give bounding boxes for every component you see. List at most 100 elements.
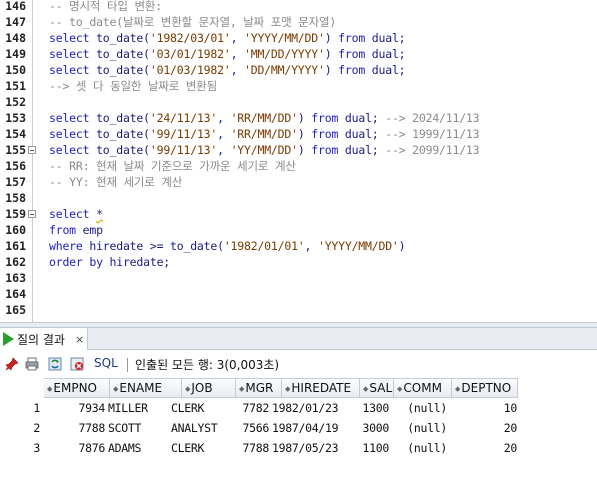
fold-toggle-icon[interactable] xyxy=(28,210,36,218)
print-icon[interactable] xyxy=(25,357,39,371)
code-text[interactable]: order by hiredate; xyxy=(49,254,170,270)
sort-icon[interactable]: ◆ xyxy=(239,385,244,393)
code-text[interactable]: -- RR: 현재 날짜 기준으로 가까운 세기로 계산 xyxy=(49,158,296,174)
code-line[interactable]: 154 select to_date('99/11/13', 'RR/MM/DD'… xyxy=(0,126,597,142)
code-text[interactable]: -- YY: 현재 세기로 계산 xyxy=(49,174,182,190)
code-token: from xyxy=(311,127,345,141)
code-text[interactable]: where hiredate >= to_date('1982/01/01', … xyxy=(49,238,406,254)
code-text[interactable]: select to_date('03/01/1982', 'MM/DD/YYYY… xyxy=(49,46,406,62)
column-header-sal[interactable]: ◆SAL xyxy=(360,378,394,398)
code-token: from xyxy=(338,31,372,45)
cell-sal[interactable]: 1300 xyxy=(363,398,390,418)
cell-mgr[interactable]: 7788 xyxy=(243,438,270,458)
code-text[interactable]: select to_date('99/11/13', 'YY/MM/DD') f… xyxy=(49,142,480,158)
table-row[interactable]: 2 7788 SCOTT ANALYST 7566 1987/04/19 3000 (null… xyxy=(0,418,597,438)
code-token: where xyxy=(49,239,90,253)
sort-icon[interactable]: ◆ xyxy=(285,385,290,393)
code-line[interactable]: 162 order by hiredate; xyxy=(0,254,597,270)
pin-icon[interactable] xyxy=(5,357,19,371)
code-line[interactable]: 150 select to_date('01/03/1982', 'DD/MM/Y… xyxy=(0,62,597,78)
code-text[interactable]: select to_date('99/11/13', 'RR/MM/DD') f… xyxy=(49,126,480,142)
row-number[interactable]: 2 xyxy=(0,418,40,438)
cell-sal[interactable]: 3000 xyxy=(363,418,390,438)
code-line[interactable]: 151 --> 셋 다 동일한 날짜로 변환됨 xyxy=(0,78,597,94)
cancel-query-icon[interactable] xyxy=(70,357,84,371)
cell-ename[interactable]: ADAMS xyxy=(108,438,141,458)
table-row[interactable]: 3 7876 ADAMS CLERK 7788 1987/05/23 1100 (null) 2… xyxy=(0,438,597,458)
column-header-empno[interactable]: ◆EMPNO xyxy=(44,378,110,398)
sort-icon[interactable]: ◆ xyxy=(455,385,460,393)
code-line[interactable]: 153 select to_date('24/11/13', 'RR/MM/DD'… xyxy=(0,110,597,126)
code-line[interactable]: 147 -- to_date(날짜로 변환할 문자열, 날짜 포맷 문자열) xyxy=(0,14,597,30)
code-line[interactable]: 152 xyxy=(0,94,597,110)
code-text[interactable]: select to_date('01/03/1982', 'DD/MM/YYYY… xyxy=(49,62,406,78)
cell-deptno[interactable]: 20 xyxy=(504,418,518,438)
cell-sal[interactable]: 1100 xyxy=(363,438,390,458)
column-header-hiredate[interactable]: ◆HIREDATE xyxy=(282,378,360,398)
cell-empno[interactable]: 7876 xyxy=(79,438,106,458)
row-number[interactable]: 3 xyxy=(0,438,40,458)
code-line[interactable]: 156 -- RR: 현재 날짜 기준으로 가까운 세기로 계산 xyxy=(0,158,597,174)
tab-query-result[interactable]: 질의 결과 × xyxy=(0,328,88,350)
cell-job[interactable]: CLERK xyxy=(171,398,204,418)
column-header-job[interactable]: ◆JOB xyxy=(182,378,236,398)
column-header-label: MGR xyxy=(245,381,274,395)
code-line[interactable]: 164 xyxy=(0,286,597,302)
sort-icon[interactable]: ◆ xyxy=(113,385,118,393)
code-line[interactable]: 163 xyxy=(0,270,597,286)
code-line[interactable]: 159 select * xyxy=(0,206,597,222)
line-number: 159 xyxy=(5,207,26,221)
code-line[interactable]: 165 xyxy=(0,302,597,318)
code-line[interactable]: 146 -- 명시적 타입 변환: xyxy=(0,0,597,14)
line-number: 157 xyxy=(5,175,26,189)
refresh-sql-icon[interactable] xyxy=(48,357,62,371)
code-line[interactable]: 160 from emp xyxy=(0,222,597,238)
code-text[interactable]: select to_date('24/11/13', 'RR/MM/DD') f… xyxy=(49,110,480,126)
cell-hiredate[interactable]: 1987/04/19 xyxy=(272,418,339,438)
cell-comm[interactable]: (null) xyxy=(407,418,447,438)
cell-deptno[interactable]: 10 xyxy=(504,398,518,418)
cell-empno[interactable]: 7788 xyxy=(79,418,106,438)
code-text[interactable]: from emp xyxy=(49,222,103,238)
cell-hiredate[interactable]: 1987/05/23 xyxy=(272,438,339,458)
cell-empno[interactable]: 7934 xyxy=(79,398,106,418)
code-text[interactable]: -- to_date(날짜로 변환할 문자열, 날짜 포맷 문자열) xyxy=(49,14,336,30)
cell-deptno[interactable]: 20 xyxy=(504,438,518,458)
code-line[interactable]: 148 select to_date('1982/03/01', 'YYYY/MM… xyxy=(0,30,597,46)
cell-job[interactable]: CLERK xyxy=(171,438,204,458)
column-header-mgr[interactable]: ◆MGR xyxy=(236,378,282,398)
code-text[interactable]: select * xyxy=(49,206,103,222)
code-token: '03/01/1982' xyxy=(149,47,231,61)
cell-mgr[interactable]: 7566 xyxy=(243,418,270,438)
code-line[interactable]: 157 -- YY: 현재 세기로 계산 xyxy=(0,174,597,190)
cell-ename[interactable]: MILLER xyxy=(108,398,148,418)
sql-editor[interactable]: 146 -- 명시적 타입 변환: 147 -- to_date(날짜로 변환할 문자… xyxy=(0,0,597,322)
table-row[interactable]: 1 7934 MILLER CLERK 7782 1982/01/23 1300 (null)… xyxy=(0,398,597,418)
column-header-ename[interactable]: ◆ENAME xyxy=(110,378,182,398)
cell-comm[interactable]: (null) xyxy=(407,438,447,458)
sql-link[interactable]: SQL xyxy=(94,356,118,370)
code-text[interactable]: --> 셋 다 동일한 날짜로 변환됨 xyxy=(49,78,217,94)
cell-job[interactable]: ANALYST xyxy=(171,418,218,438)
sort-icon[interactable]: ◆ xyxy=(185,385,190,393)
code-token: hiredate >= to_date( xyxy=(89,239,224,253)
code-text[interactable]: -- 명시적 타입 변환: xyxy=(49,0,162,14)
column-header-comm[interactable]: ◆COMM xyxy=(394,378,452,398)
cell-mgr[interactable]: 7782 xyxy=(243,398,270,418)
code-line[interactable]: 155 select to_date('99/11/13', 'YY/MM/DD'… xyxy=(0,142,597,158)
cell-hiredate[interactable]: 1982/01/23 xyxy=(272,398,339,418)
code-token: '99/11/13' xyxy=(149,143,218,157)
sort-icon[interactable]: ◆ xyxy=(363,385,368,393)
cell-comm[interactable]: (null) xyxy=(407,398,447,418)
code-line[interactable]: 161 where hiredate >= to_date('1982/01/01… xyxy=(0,238,597,254)
code-line[interactable]: 158 xyxy=(0,190,597,206)
cell-ename[interactable]: SCOTT xyxy=(108,418,141,438)
code-line[interactable]: 149 select to_date('03/01/1982', 'MM/DD/Y… xyxy=(0,46,597,62)
sort-icon[interactable]: ◆ xyxy=(47,385,52,393)
fold-toggle-icon[interactable] xyxy=(28,146,36,154)
column-header-deptno[interactable]: ◆DEPTNO xyxy=(452,378,518,398)
row-number[interactable]: 1 xyxy=(0,398,40,418)
sort-icon[interactable]: ◆ xyxy=(397,385,402,393)
code-text[interactable]: select to_date('1982/03/01', 'YYYY/MM/DD… xyxy=(49,30,406,46)
close-tab-icon[interactable]: × xyxy=(75,333,84,346)
